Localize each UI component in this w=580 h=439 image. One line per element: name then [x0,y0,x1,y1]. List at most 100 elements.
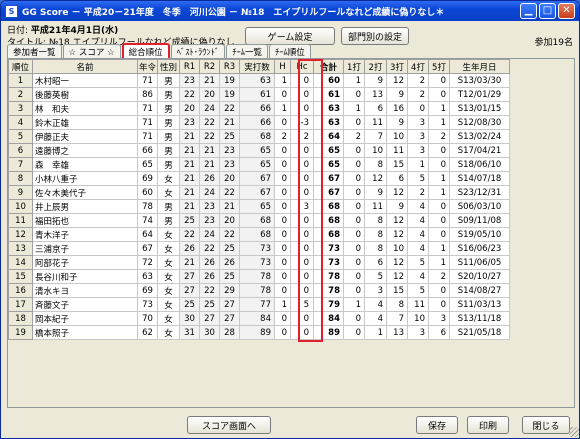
table-cell[interactable]: 0 [428,157,450,172]
table-cell[interactable]: 2 [343,129,365,144]
table-cell[interactable]: 0 [274,87,291,102]
table-row[interactable]: 17 斉藤文子 73 女 25 25 27 77 1 5 79 1 4 8 11 0 S11/03/13 [8,297,510,312]
table-cell[interactable]: 60 [137,185,158,200]
table-row[interactable]: 11 福田拓也 74 男 25 23 20 68 0 0 68 0 8 12 4 0 S09/11/08 [8,213,510,228]
table-cell[interactable]: 8 [364,241,387,256]
table-cell[interactable]: 73 [239,255,275,270]
table-cell[interactable]: 8 [364,213,387,228]
table-cell[interactable]: 0 [343,171,365,186]
table-cell[interactable]: 6 [364,101,387,116]
table-cell[interactable]: 青木洋子 [32,227,138,242]
table-cell[interactable]: 10 [8,199,33,214]
table-cell[interactable]: 0 [274,157,291,172]
table-cell[interactable]: 16 [8,283,33,298]
table-row[interactable]: 3林 和夫 71 男 20 24 22 66 1 0 63 1 6 16 0 1 S13/01/15 [8,101,510,116]
table-cell[interactable]: 67 [239,171,275,186]
table-cell[interactable]: 20 [179,101,200,116]
column-header[interactable]: 2打 [364,59,387,74]
table-cell[interactable]: 73 [137,297,158,312]
table-cell[interactable]: 1 [407,157,429,172]
table-cell[interactable]: 森 幸雄 [32,157,138,172]
table-cell[interactable]: 78 [313,283,344,298]
table-cell[interactable]: 2 [428,129,450,144]
table-cell[interactable]: 男 [157,199,180,214]
table-cell[interactable]: 71 [137,73,158,88]
table-cell[interactable]: 9 [364,185,387,200]
table-cell[interactable]: 30 [199,325,220,340]
table-cell[interactable]: 22 [199,241,220,256]
table-cell[interactable]: 22 [179,87,200,102]
table-cell[interactable]: 女 [157,255,180,270]
table-cell[interactable]: 19 [219,73,240,88]
table-cell[interactable]: 女 [157,311,180,326]
table-cell[interactable]: 21 [179,199,200,214]
table-cell[interactable]: 1 [274,101,291,116]
table-row[interactable]: 12 青木洋子 64 女 22 24 22 68 0 0 68 0 8 12 4 0 S19/05/10 [8,227,510,242]
table-cell[interactable]: 24 [199,227,220,242]
table-row[interactable]: 16 清水キヨ 69 女 27 22 29 78 0 0 78 0 3 15 5 0 S14/08/27 [8,283,510,298]
table-cell[interactable]: 4 [364,297,387,312]
table-cell[interactable]: 71 [137,129,158,144]
table-cell[interactable]: 0 [274,227,291,242]
table-cell[interactable]: 0 [274,241,291,256]
column-header[interactable]: 3打 [386,59,408,74]
table-row[interactable]: 15 長谷川和子 63 女 27 26 25 78 0 0 78 0 5 12 4 2 S20/10/27 [8,269,510,284]
table-row[interactable]: 18 岡本紀子 70 女 30 27 27 84 0 0 84 0 4 7 10 3 S13/11/18 [8,311,510,326]
table-cell[interactable]: 0 [290,171,314,186]
table-cell[interactable]: 0 [428,73,450,88]
table-row[interactable]: 1 木村昭一 71 男 23 21 19 63 1 0 60 1 9 12 2 0 S13/03/30 [8,73,510,88]
table-cell[interactable]: 24 [199,185,220,200]
table-cell[interactable]: 21 [179,157,200,172]
table-row[interactable]: 5 伊藤正夫 71 男 21 22 25 68 2 2 64 2 7 10 3 2 S13/02/24 [8,129,510,144]
table-cell[interactable]: 9 [364,73,387,88]
table-cell[interactable]: S21/05/18 [449,325,510,340]
close-button[interactable]: 閉じる [522,416,570,434]
table-cell[interactable]: 8 [386,297,408,312]
table-cell[interactable]: 23 [199,199,220,214]
table-cell[interactable]: 木村昭一 [32,73,138,88]
table-row[interactable]: 9 佐々木美代子 60 女 21 24 22 67 0 0 67 0 9 12 2 1 S23/12/31 [8,185,510,200]
table-cell[interactable]: 64 [313,129,344,144]
table-cell[interactable]: 1 [364,325,387,340]
table-cell[interactable]: S13/01/15 [449,101,510,116]
table-cell[interactable]: 70 [137,311,158,326]
table-cell[interactable]: 1 [428,185,450,200]
table-cell[interactable]: 4 [407,241,429,256]
table-cell[interactable]: 65 [137,157,158,172]
table-cell[interactable]: 女 [157,185,180,200]
table-cell[interactable]: 4 [407,269,429,284]
table-cell[interactable]: 9 [386,115,408,130]
table-cell[interactable]: 0 [274,213,291,228]
table-cell[interactable]: 1 [428,101,450,116]
table-cell[interactable]: 21 [179,129,200,144]
table-cell[interactable]: 11 [407,297,429,312]
table-cell[interactable]: 0 [343,143,365,158]
table-cell[interactable]: S11/03/13 [449,297,510,312]
table-cell[interactable]: 73 [313,241,344,256]
table-cell[interactable]: 3 [407,129,429,144]
table-cell[interactable]: 清水キヨ [32,283,138,298]
table-cell[interactable]: 0 [290,213,314,228]
table-cell[interactable]: 男 [157,143,180,158]
table-cell[interactable]: 22 [199,129,220,144]
table-cell[interactable]: 12 [386,185,408,200]
table-cell[interactable]: 13 [386,325,408,340]
column-header[interactable]: 4打 [407,59,429,74]
table-cell[interactable]: 0 [274,325,291,340]
table-row[interactable]: 14 阿部花子 72 女 21 26 26 73 0 0 73 0 6 12 5 1 S11/06/05 [8,255,510,270]
table-cell[interactable]: 11 [364,115,387,130]
table-cell[interactable]: 26 [179,241,200,256]
table-cell[interactable]: S16/06/23 [449,241,510,256]
table-cell[interactable]: 67 [313,171,344,186]
table-cell[interactable]: 11 [8,213,33,228]
table-cell[interactable]: 23 [219,157,240,172]
resize-grip-icon[interactable] [569,427,579,437]
table-row[interactable]: 2 後藤英樹 86 男 22 20 19 61 0 0 61 0 13 9 2 0 T12/01/29 [8,87,510,102]
table-cell[interactable]: 女 [157,171,180,186]
table-cell[interactable]: 25 [179,213,200,228]
column-header[interactable]: 性別 [157,59,180,74]
table-cell[interactable]: 18 [8,311,33,326]
table-cell[interactable]: -3 [290,115,314,130]
table-cell[interactable]: 0 [343,283,365,298]
table-cell[interactable]: S17/04/21 [449,143,510,158]
